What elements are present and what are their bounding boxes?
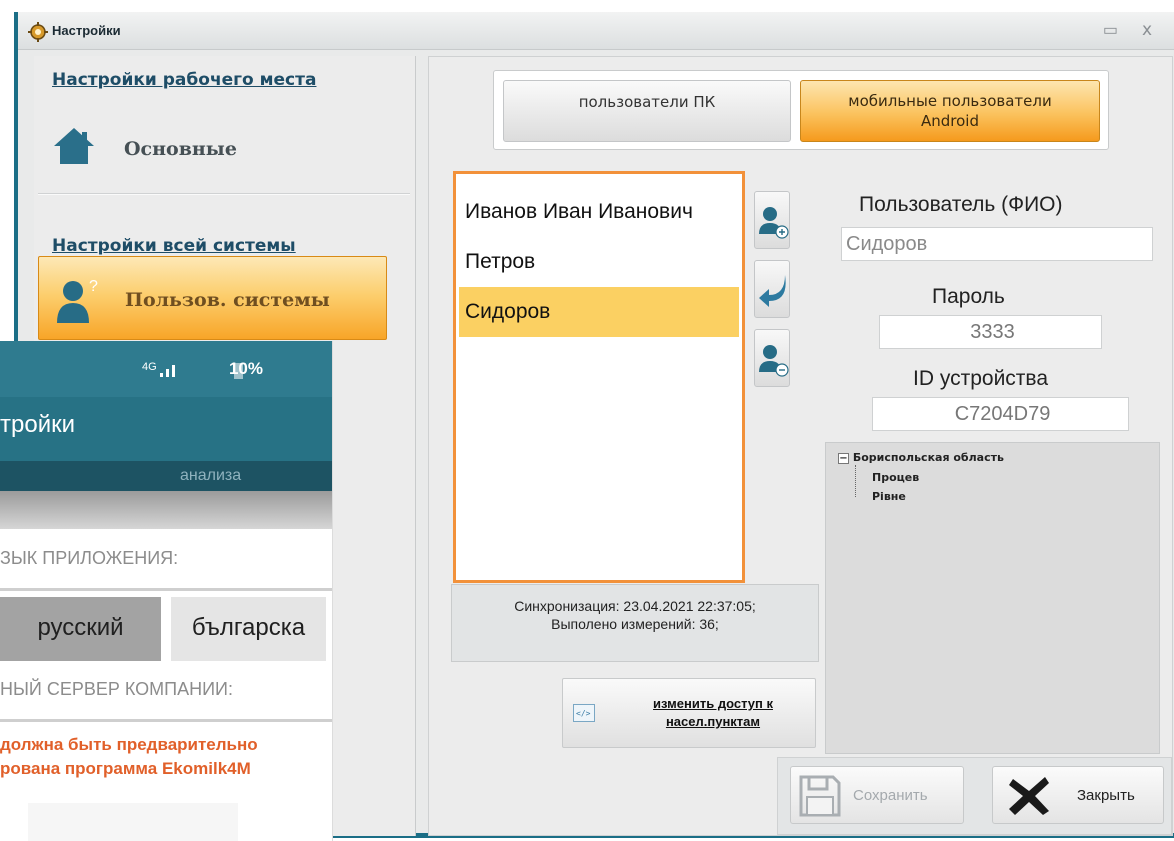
nav-item-system-users-label: Пользов. системы: [125, 289, 330, 311]
remove-user-icon: [759, 345, 789, 377]
divider: [0, 719, 332, 722]
company-server-label: НЫЙ СЕРВЕР КОМПАНИИ:: [0, 679, 233, 699]
change-access-line2: насел.пунктам: [665, 714, 761, 729]
device-id-label: ID устройства: [913, 367, 1049, 390]
close-label: Закрыть: [1077, 787, 1135, 804]
android-app-bar: тройки: [0, 397, 332, 461]
save-button[interactable]: Сохранить: [790, 766, 964, 824]
close-window-button[interactable]: x: [1142, 20, 1152, 40]
language-bulgarian-button[interactable]: българска: [171, 597, 326, 661]
battery-icon: [234, 363, 243, 379]
user-name-input[interactable]: Сидоров: [841, 227, 1153, 261]
password-label: Пароль: [932, 285, 1005, 308]
title-bar: Настройки ▭ x: [18, 12, 1174, 50]
nav-item-basic[interactable]: Основные: [52, 122, 382, 172]
tree-root-node[interactable]: − Бориспольская область: [838, 451, 1004, 464]
tab-mobile-users-label: мобильные пользователи: [848, 92, 1052, 110]
signal-icon: [160, 365, 175, 377]
remove-user-button[interactable]: [754, 329, 790, 387]
language-russian-button[interactable]: русский: [0, 597, 161, 661]
add-user-icon: [759, 207, 789, 239]
content-panel: пользователи ПК мобильные пользователи A…: [428, 56, 1173, 836]
tab-pc-users[interactable]: пользователи ПК: [503, 80, 791, 142]
android-screenshot: 4G 10% тройки анализа ЗЫК ПРИЛОЖЕНИЯ: ру…: [0, 341, 333, 841]
tree-node[interactable]: Рівне: [872, 490, 906, 503]
big-x-icon: [1009, 777, 1049, 815]
return-arrow-icon: [759, 275, 786, 307]
tab-mobile-users-sublabel: Android: [921, 112, 979, 130]
home-icon: [54, 128, 94, 164]
nav-item-system-users[interactable]: ? Пользов. системы: [38, 256, 387, 340]
sync-time: Синхронизация: 23.04.2021 22:37:05;: [514, 598, 756, 614]
user-list: Иванов Иван Иванович Петров Сидоров: [453, 171, 745, 583]
tree-node[interactable]: Процев: [872, 471, 919, 484]
warning-text-line2: рована программа Ekomilk4M: [0, 759, 251, 778]
assign-user-button[interactable]: [754, 260, 790, 318]
device-id-input[interactable]: C7204D79: [872, 397, 1129, 431]
password-input[interactable]: 3333: [879, 315, 1102, 349]
system-settings-link[interactable]: Настройки всей системы: [52, 236, 296, 256]
collapse-icon[interactable]: −: [838, 452, 849, 464]
workplace-settings-link[interactable]: Настройки рабочего места: [52, 70, 316, 90]
network-indicator: 4G: [142, 361, 157, 373]
list-item[interactable]: Иванов Иван Иванович: [459, 187, 739, 237]
nav-divider: [38, 193, 410, 195]
close-button[interactable]: Закрыть: [992, 766, 1164, 824]
android-title: тройки: [0, 411, 75, 438]
add-user-button[interactable]: [754, 191, 790, 249]
divider: [0, 588, 332, 591]
floppy-disk-icon: [799, 775, 841, 817]
android-status-bar: 4G 10%: [0, 341, 332, 397]
svg-text:?: ?: [89, 278, 98, 295]
warning-text-line1: должна быть предварительно: [0, 735, 258, 754]
settlements-tree: − Бориспольская область Процев Рівне: [825, 442, 1160, 754]
action-bar: Сохранить Закрыть: [777, 757, 1172, 835]
change-access-button[interactable]: </> изменить доступ к насел.пунктам: [562, 678, 816, 748]
measurement-count: Выполено измерений: 36;: [551, 616, 719, 632]
tab-pc-users-label: пользователи ПК: [578, 93, 716, 111]
nav-item-basic-label: Основные: [124, 138, 237, 160]
banner-text: анализа: [180, 467, 242, 484]
user-type-tabs: пользователи ПК мобильные пользователи A…: [493, 70, 1109, 150]
app-language-label: ЗЫК ПРИЛОЖЕНИЯ:: [0, 548, 179, 568]
user-question-icon: ?: [57, 278, 98, 323]
android-banner: анализа: [0, 461, 332, 491]
change-access-label: изменить доступ к насел.пунктам: [623, 695, 803, 731]
sync-status: Синхронизация: 23.04.2021 22:37:05; Выпо…: [451, 584, 819, 662]
change-access-line1: изменить доступ к: [653, 696, 773, 711]
save-label: Сохранить: [853, 787, 928, 804]
window-title: Настройки: [52, 23, 121, 38]
code-icon: </>: [573, 704, 595, 722]
tab-mobile-users[interactable]: мобильные пользователи Android: [800, 80, 1100, 142]
server-input[interactable]: [28, 803, 238, 841]
list-item[interactable]: Петров: [459, 237, 739, 287]
settings-gear-icon: [28, 22, 48, 42]
minimize-button[interactable]: ▭: [1103, 20, 1118, 40]
svg-text:</>: </>: [576, 709, 591, 718]
user-name-label: Пользователь (ФИО): [859, 193, 1063, 216]
tree-root-label: Бориспольская область: [852, 451, 1004, 464]
android-header-strip: [0, 491, 332, 529]
list-item-selected[interactable]: Сидоров: [459, 287, 739, 337]
tree-line: [855, 465, 856, 497]
